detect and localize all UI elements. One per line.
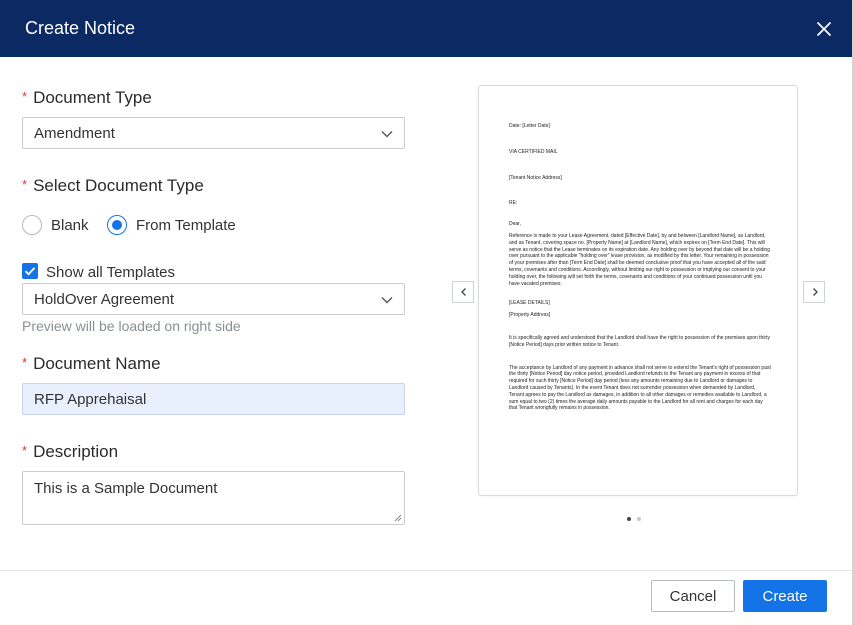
preview-via: VIA CERTIFIED MAIL: [509, 148, 558, 155]
document-type-select[interactable]: Amendment: [22, 117, 405, 149]
create-button[interactable]: Create: [743, 580, 827, 612]
chevron-left-icon: [461, 288, 466, 296]
document-type-label: * Document Type: [22, 88, 152, 107]
chevron-down-icon: [381, 131, 393, 138]
description-textarea[interactable]: This is a Sample Document: [22, 471, 405, 525]
radio-from-template[interactable]: From Template: [107, 214, 236, 236]
dialog-title: Create Notice: [25, 18, 136, 38]
chevron-down-icon: [381, 297, 393, 304]
preview-document: Date: [Letter Date] VIA CERTIFIED MAIL […: [509, 123, 771, 412]
dialog-header: Create Notice: [0, 0, 852, 57]
preview-address: [Tenant Notice Address]: [509, 174, 562, 181]
preview-property-address: [Property Address]: [509, 312, 551, 319]
template-value: HoldOver Agreement: [34, 291, 175, 308]
footer-divider: [0, 570, 852, 571]
preview-pagination: [627, 517, 641, 521]
preview-para3: The acceptance by Landlord of any paymen…: [509, 364, 771, 412]
pagination-dot-1[interactable]: [627, 517, 631, 521]
description-value: This is a Sample Document: [34, 480, 218, 497]
preview-date: Date: [Letter Date]: [509, 123, 550, 129]
radio-blank-circle[interactable]: [22, 215, 42, 235]
resize-grip-icon[interactable]: [394, 514, 402, 522]
create-notice-dialog: Create Notice * Document Type Amendment *…: [0, 0, 854, 625]
required-mark: *: [22, 89, 28, 104]
show-all-templates-checkbox[interactable]: [22, 263, 38, 279]
preview-lease-details: [LEASE DETAILS]: [509, 300, 550, 307]
show-all-templates-label: Show all Templates: [46, 264, 175, 281]
required-mark: *: [22, 443, 28, 458]
check-icon: [24, 267, 36, 276]
preview-re: RE:: [509, 200, 518, 207]
radio-from-template-label: From Template: [136, 216, 236, 234]
close-icon[interactable]: [812, 17, 836, 41]
preview-dear: Dear,: [509, 221, 521, 228]
preview-next-button[interactable]: [803, 281, 825, 303]
select-document-type-label: * Select Document Type: [22, 176, 204, 195]
chevron-right-icon: [813, 288, 818, 296]
document-name-input[interactable]: RFP Apprehaisal: [22, 383, 405, 415]
description-label: * Description: [22, 442, 119, 461]
radio-blank[interactable]: Blank: [22, 214, 89, 236]
radio-from-template-circle[interactable]: [107, 215, 127, 235]
cancel-button[interactable]: Cancel: [651, 580, 735, 612]
template-preview: Date: [Letter Date] VIA CERTIFIED MAIL […: [478, 85, 798, 496]
template-select[interactable]: HoldOver Agreement: [22, 283, 405, 315]
required-mark: *: [22, 177, 28, 192]
radio-blank-label: Blank: [51, 216, 89, 234]
document-type-value: Amendment: [34, 125, 115, 142]
preview-para1: Reference is made to your Lease Agreemen…: [509, 232, 770, 287]
pagination-dot-2[interactable]: [637, 517, 641, 521]
preview-para2: It is specifically agreed and understood…: [509, 334, 770, 348]
document-name-label: * Document Name: [22, 354, 161, 373]
required-mark: *: [22, 355, 28, 370]
template-preview-hint: Preview will be loaded on right side: [22, 318, 241, 334]
preview-prev-button[interactable]: [452, 281, 474, 303]
